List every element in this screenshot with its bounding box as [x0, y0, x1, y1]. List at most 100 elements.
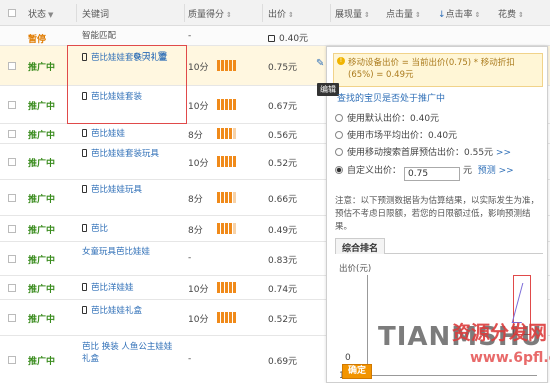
header-bid[interactable]: 出价 ⇕ — [268, 7, 294, 20]
keyword-link[interactable]: 芭比娃娃套装玩具 — [82, 148, 180, 160]
quality-bar-segment — [229, 282, 232, 293]
row-checkbox[interactable] — [8, 314, 16, 322]
quality-bar — [217, 128, 237, 139]
keyword-link[interactable]: 芭比 — [82, 223, 180, 235]
keyword-link[interactable]: 女童玩具芭比娃娃 — [82, 246, 180, 258]
keyword-toolbar[interactable]: ⚙❐⌇🗑 — [133, 52, 169, 62]
mobile-icon — [82, 224, 87, 232]
tab-overall-rank[interactable]: 综合排名 — [335, 238, 386, 254]
status-label: 推广中 — [28, 63, 56, 73]
quality-bar — [217, 60, 237, 71]
quality-bar-segment — [221, 128, 224, 139]
calendar-icon — [268, 35, 275, 42]
quality-score: - — [188, 354, 192, 364]
bid-value: 0.69元 — [268, 357, 298, 367]
keyword-link[interactable]: 芭比洋娃娃 — [82, 282, 180, 294]
bid-value: 0.67元 — [268, 102, 298, 112]
quality-bar-segment — [233, 223, 236, 234]
bid-value: 0.52元 — [268, 315, 298, 325]
header-quality[interactable]: 质量得分 ⇕ — [188, 7, 232, 20]
watermark-cn: 资源分发网 — [452, 322, 548, 344]
bid-value[interactable]: 0.40元 — [268, 31, 308, 44]
chart-x-axis — [367, 375, 537, 376]
quality-bar-segment — [221, 99, 224, 110]
radio-button[interactable] — [335, 148, 343, 156]
row-checkbox[interactable] — [8, 284, 16, 292]
mobile-bid-link[interactable]: >> — [496, 148, 511, 158]
chart-tabs: 综合排名 — [335, 238, 543, 254]
row-checkbox[interactable] — [8, 158, 16, 166]
sort-icon: ⇕ — [288, 11, 294, 19]
quality-bar-segment — [221, 282, 224, 293]
radio-button[interactable] — [335, 131, 343, 139]
quality-bar-segment — [221, 223, 224, 234]
quality-bar-segment — [217, 312, 220, 323]
quality-bar-segment — [217, 282, 220, 293]
option-mobile-bid[interactable]: 使用移动搜索首屏预估出价：0.55元 >> — [335, 145, 511, 158]
settings-icon[interactable]: ⚙ — [133, 52, 142, 62]
header-clicks[interactable]: 点击量 ⇕ — [386, 7, 421, 20]
select-all-checkbox[interactable] — [8, 9, 16, 17]
row-checkbox[interactable] — [8, 356, 16, 364]
keyword-link[interactable]: 芭比 换装 人鱼公主娃娃 礼盒 — [82, 341, 180, 365]
status-label: 推广中 — [28, 256, 56, 266]
quality-bar-segment — [233, 99, 236, 110]
keyword-link[interactable]: 芭比娃娃 — [82, 128, 180, 140]
option-custom-bid[interactable]: 自定义出价： 0.75 元 预测 >> — [335, 163, 514, 181]
header-status[interactable]: 状态 ▼ — [28, 7, 53, 20]
radio-button-selected[interactable] — [335, 166, 343, 174]
row-checkbox[interactable] — [8, 225, 16, 233]
quality-bar-segment — [233, 156, 236, 167]
header-cost[interactable]: 花费 ⇕ — [498, 7, 524, 20]
mobile-icon — [82, 149, 87, 157]
copy-icon[interactable]: ❐ — [142, 52, 151, 62]
row-checkbox[interactable] — [8, 62, 16, 70]
quality-bar-segment — [225, 223, 228, 234]
edit-pencil-icon[interactable]: ✎ — [316, 58, 324, 69]
quality-score: 10分 — [188, 285, 209, 295]
quality-bar-segment — [225, 156, 228, 167]
delete-icon[interactable]: 🗑 — [157, 52, 169, 62]
check-promotion-link[interactable]: 查找的宝贝是否处于推广中 — [337, 91, 445, 104]
forecast-link[interactable]: 预测 >> — [478, 166, 514, 176]
option-default-bid[interactable]: 使用默认出价：0.40元 — [335, 111, 439, 124]
row-checkbox[interactable] — [8, 101, 16, 109]
bid-value: 0.49元 — [268, 226, 298, 236]
radio-button[interactable] — [335, 114, 343, 122]
keyword-link[interactable]: 芭比娃娃玩具 — [82, 184, 180, 196]
quality-score: 8分 — [188, 131, 203, 141]
row-checkbox[interactable] — [8, 255, 16, 263]
quality-bar-segment — [225, 128, 228, 139]
quality-bar-segment — [217, 99, 220, 110]
quality-bar-segment — [229, 99, 232, 110]
sort-down-icon: ↓ — [438, 10, 446, 20]
sort-icon: ⇕ — [518, 11, 524, 19]
mobile-bid-warning: ! 移动设备出价 = 当前出价(0.75) * 移动折扣(65%) = 0.49… — [333, 53, 543, 87]
mobile-icon — [82, 283, 87, 291]
bid-value: 0.56元 — [268, 131, 298, 141]
quality-bar-segment — [233, 282, 236, 293]
quality-bar-segment — [233, 128, 236, 139]
row-checkbox[interactable] — [8, 194, 16, 202]
sort-icon: ⇕ — [474, 11, 481, 19]
chart-y-axis — [367, 275, 368, 375]
header-ctr[interactable]: ↓点击率 ⇕ — [436, 7, 480, 20]
custom-bid-input[interactable]: 0.75 — [404, 167, 461, 181]
confirm-button[interactable]: 确定 — [342, 364, 372, 379]
chart-y-label: 出价(元) — [339, 264, 372, 274]
keyword-highlight-box — [67, 45, 187, 124]
mobile-icon — [82, 185, 87, 193]
keyword-link[interactable]: 芭比娃娃礼盒 — [82, 305, 180, 317]
quality-bar — [217, 99, 237, 110]
quality-score: - — [188, 31, 192, 41]
bid-value: 0.52元 — [268, 159, 298, 169]
mobile-icon — [82, 306, 87, 314]
row-checkbox[interactable] — [8, 130, 16, 138]
quality-bar-segment — [217, 156, 220, 167]
quality-bar — [217, 223, 237, 234]
quality-bar-segment — [229, 156, 232, 167]
option-market-bid[interactable]: 使用市场平均出价：0.40元 — [335, 128, 457, 141]
header-impressions[interactable]: 展现量 ⇕ — [335, 7, 370, 20]
smart-match-row: 暂停 智能匹配 - 0.40元 — [0, 26, 550, 46]
table-header: 状态 ▼ 关键词 质量得分 ⇕ 出价 ⇕ 展现量 ⇕ 点击量 ⇕ ↓点击率 ⇕ 花费 ⇕ — [0, 0, 550, 26]
